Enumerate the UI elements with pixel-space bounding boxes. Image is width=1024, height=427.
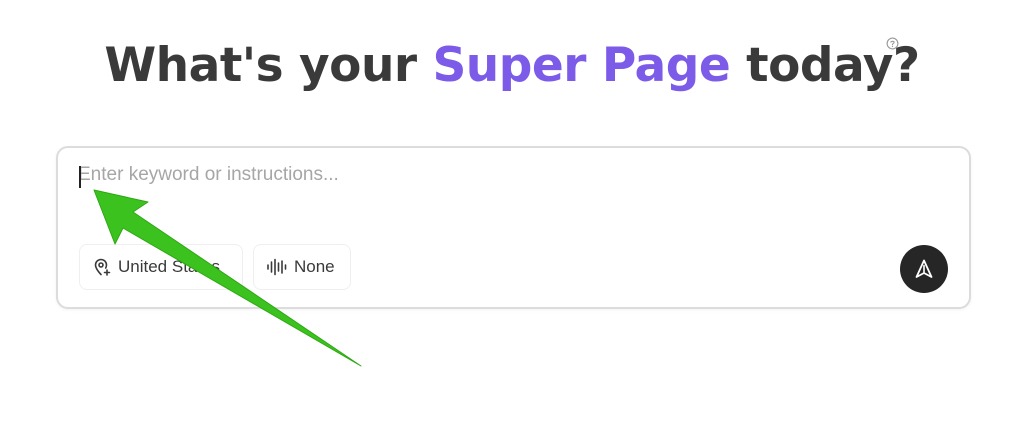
waveform-icon (267, 258, 287, 276)
title-highlight: Super Page (432, 38, 731, 93)
location-chip-label: United States (118, 257, 221, 276)
prompt-composer: United States None (56, 146, 971, 309)
text-caret (79, 166, 81, 188)
question-circle-icon[interactable] (886, 37, 899, 50)
prompt-input[interactable] (78, 164, 938, 224)
send-arrow-icon (915, 259, 933, 278)
voice-selector-button[interactable]: None (253, 244, 351, 290)
voice-chip-label: None (294, 257, 335, 276)
location-selector-button[interactable]: United States (79, 244, 243, 290)
page: What's your Super Page today? United Sta… (0, 0, 1024, 427)
title-prefix: What's your (104, 38, 433, 93)
send-button[interactable] (900, 245, 948, 293)
map-pin-plus-icon (94, 258, 111, 276)
page-title: What's your Super Page today? (0, 38, 1024, 93)
